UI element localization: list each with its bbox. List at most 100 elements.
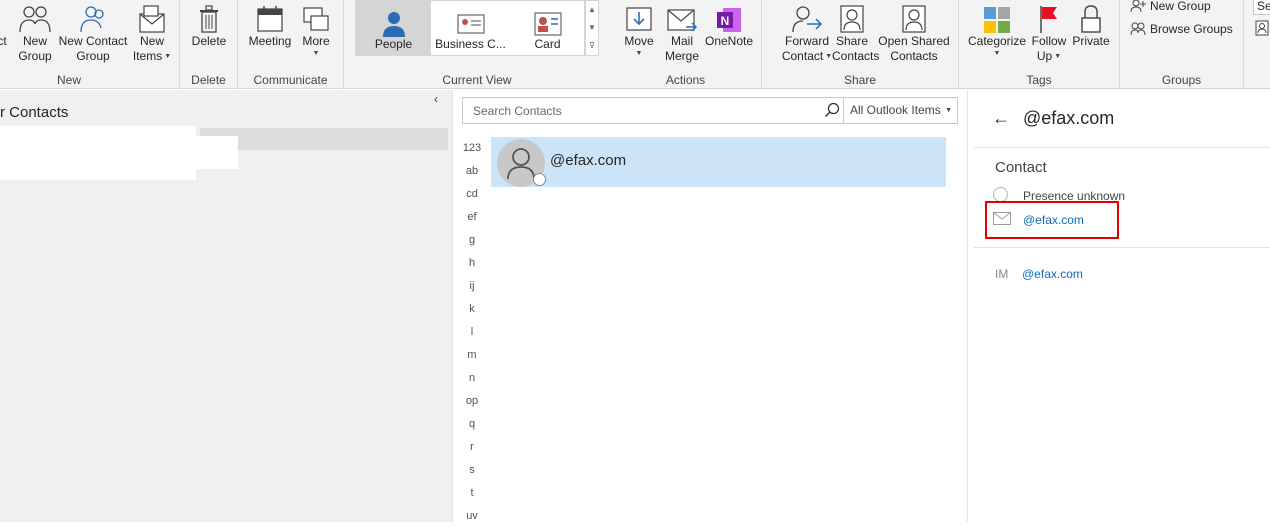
index-letter[interactable]: n [460, 370, 484, 393]
index-letter[interactable]: ab [460, 163, 484, 186]
view-people-label: People [374, 37, 413, 51]
new-contact-button[interactable]: ct [0, 0, 14, 49]
flag-icon [1029, 0, 1069, 34]
back-arrow-icon[interactable]: ← [992, 108, 1010, 129]
search-contacts-input[interactable] [463, 98, 842, 123]
forward-contact-text: Contact [781, 49, 824, 63]
open-shared-contacts-icon [878, 0, 950, 34]
mail-merge-icon [662, 0, 702, 34]
search-scope-label: All Outlook Items [850, 103, 941, 117]
meeting-label: Meeting [248, 34, 292, 48]
new-group-small-button[interactable]: New Group [1130, 0, 1211, 13]
browse-groups-button[interactable]: Browse Groups [1130, 22, 1233, 36]
index-letter[interactable]: uv [460, 508, 484, 531]
mail-merge-label-1: Mail [670, 34, 693, 48]
dropdown-caret-icon: ▼ [993, 50, 1001, 57]
search-icon[interactable] [824, 102, 840, 118]
open-shared-label-2: Contacts [890, 49, 938, 63]
new-contact-group-button[interactable]: New Contact Group [57, 0, 129, 64]
collapse-pane-icon[interactable]: ‹ [434, 92, 438, 106]
meeting-button[interactable]: Meeting [246, 0, 294, 49]
browse-groups-icon [1130, 22, 1146, 36]
index-letter[interactable]: q [460, 416, 484, 439]
divider [974, 247, 1270, 248]
follow-up-text: Up [1036, 49, 1053, 63]
index-letter[interactable]: g [460, 232, 484, 255]
follow-up-label-1: Follow [1031, 34, 1067, 48]
new-contact-group-label-2: Group [76, 49, 110, 63]
dropdown-caret-icon: ▼ [164, 53, 172, 61]
group-label-share: Share [843, 73, 877, 87]
new-group-label-1: New [22, 34, 47, 48]
address-book-icon[interactable] [1255, 20, 1269, 36]
index-letter[interactable]: ef [460, 209, 484, 232]
redacted-area [0, 126, 196, 180]
card-icon [510, 1, 585, 37]
index-letter[interactable]: m [460, 347, 484, 370]
search-people-input[interactable]: Sea [1253, 0, 1270, 15]
follow-up-label-2: Up ▼ [1029, 49, 1069, 64]
onenote-button[interactable]: N OneNote [702, 0, 756, 49]
index-letter[interactable]: r [460, 439, 484, 462]
presence-status-icon [533, 173, 546, 186]
index-letter[interactable]: t [460, 485, 484, 508]
im-link[interactable]: @efax.com [1022, 267, 1083, 281]
index-letter[interactable]: l [460, 324, 484, 347]
alphabet-index: 123 ab cd ef g h ij k l m n op q r s t u… [460, 140, 484, 531]
more-label: More [302, 34, 330, 48]
private-button[interactable]: Private [1071, 0, 1111, 49]
mail-merge-button[interactable]: Mail Merge [662, 0, 702, 64]
new-items-label-2: Items ▼ [130, 49, 174, 64]
categorize-label: Categorize [967, 34, 1027, 48]
chevron-down-icon[interactable]: ▼ [586, 19, 598, 37]
highlight-box [985, 201, 1119, 239]
view-card[interactable]: Card [510, 1, 585, 56]
index-letter[interactable]: k [460, 301, 484, 324]
group-label-new: New [56, 73, 81, 87]
move-button[interactable]: Move ▼ [618, 0, 660, 59]
share-contacts-icon [832, 0, 872, 34]
new-contact-label-2: ct [0, 34, 7, 48]
trash-icon [187, 0, 231, 34]
delete-button[interactable]: Delete [187, 0, 231, 49]
index-letter[interactable]: op [460, 393, 484, 416]
view-gallery-scroll[interactable]: ▲ ▼ ⊽ [585, 0, 599, 56]
more-button[interactable]: More ▼ [296, 0, 336, 59]
share-contacts-label-2: Contacts [832, 49, 880, 63]
index-letter[interactable]: ij [460, 278, 484, 301]
ribbon-group-groups: New Group Browse Groups Groups [1120, 0, 1244, 89]
index-letter[interactable]: 123 [460, 140, 484, 163]
onenote-label: OneNote [704, 34, 754, 48]
share-contacts-label-1: Share [835, 34, 869, 48]
contact-list-item[interactable]: @efax.com [491, 137, 946, 187]
search-contacts-box: All Outlook Items ▼ [462, 97, 958, 124]
categorize-button[interactable]: Categorize ▼ [967, 0, 1027, 59]
chevron-up-icon[interactable]: ▲ [586, 1, 598, 19]
index-letter[interactable]: s [460, 462, 484, 485]
ribbon: ct New Group New Contact Group New Items… [0, 0, 1270, 89]
contact-detail-title: @efax.com [1023, 108, 1115, 128]
gallery-expand-icon[interactable]: ⊽ [586, 37, 598, 55]
folder-pane-title[interactable]: r Contacts [0, 104, 68, 121]
open-shared-contacts-button[interactable]: Open Shared Contacts [878, 0, 950, 64]
view-people[interactable]: People [356, 1, 431, 56]
index-letter[interactable]: cd [460, 186, 484, 209]
view-business-card[interactable]: Business C... [433, 1, 508, 56]
new-contact-group-label-1: New Contact [58, 34, 128, 48]
new-group-icon [1130, 0, 1146, 13]
new-items-button[interactable]: New Items ▼ [130, 0, 174, 64]
follow-up-button[interactable]: Follow Up ▼ [1029, 0, 1069, 64]
people-group-icon [16, 0, 54, 34]
new-items-text: Items [132, 49, 163, 63]
ribbon-group-new: ct New Group New Contact Group New Items… [0, 0, 180, 89]
search-people-text: Sea [1257, 0, 1270, 13]
search-scope-dropdown[interactable]: All Outlook Items ▼ [843, 98, 958, 123]
move-label: Move [624, 34, 654, 48]
group-label-groups: Groups [1161, 73, 1202, 87]
share-contacts-button[interactable]: Share Contacts [832, 0, 880, 64]
index-letter[interactable]: h [460, 255, 484, 278]
new-group-button[interactable]: New Group [16, 0, 54, 64]
group-label-current-view: Current View [442, 73, 512, 87]
ribbon-group-tags: Categorize ▼ Follow Up ▼ Private Tags [959, 0, 1120, 89]
lock-icon [1071, 0, 1111, 34]
